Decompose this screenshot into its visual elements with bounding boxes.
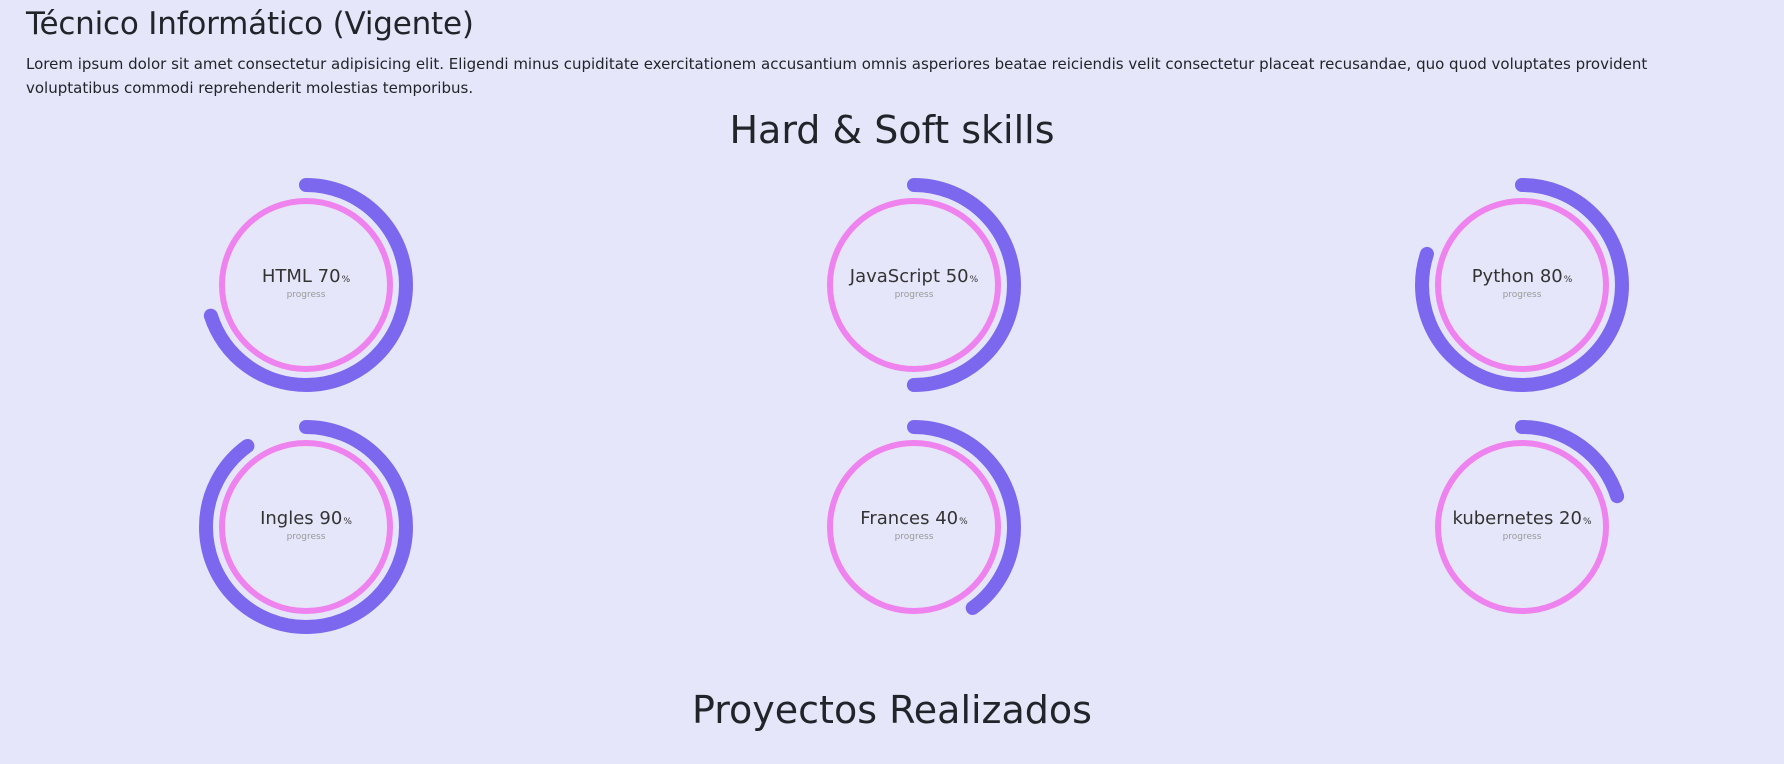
skill-sub-label: progress	[286, 290, 326, 300]
skill-value: 50	[945, 266, 969, 287]
skill-label: JavaScript 50%	[804, 267, 1024, 290]
percent-sign: %	[341, 275, 351, 285]
skill-value: 40	[935, 508, 959, 529]
percent-sign: %	[1582, 517, 1592, 527]
skill-value: 80	[1539, 266, 1563, 287]
projects-section-title: Proyectos Realizados	[692, 688, 1092, 732]
skill-html-progress: HTML 70% progress	[196, 175, 416, 395]
skill-label: Ingles 90%	[196, 509, 416, 532]
skill-sub-label: progress	[1502, 532, 1542, 542]
skill-sub-label: progress	[286, 532, 326, 542]
skill-sub-label: progress	[894, 290, 934, 300]
skill-sub-label: progress	[894, 532, 934, 542]
percent-sign: %	[1563, 275, 1573, 285]
skill-label: kubernetes 20%	[1412, 509, 1632, 532]
skill-name: Ingles	[260, 508, 320, 529]
skill-name: HTML	[261, 266, 318, 287]
skill-name: kubernetes	[1452, 508, 1560, 529]
education-description: Lorem ipsum dolor sit amet consectetur a…	[26, 55, 1648, 97]
skill-javascript-progress: JavaScript 50% progress	[804, 175, 1024, 395]
skill-value: 90	[319, 508, 343, 529]
skill-label: Frances 40%	[804, 509, 1024, 532]
skill-name: JavaScript	[849, 266, 946, 287]
skill-label: HTML 70%	[196, 267, 416, 290]
percent-sign: %	[343, 517, 352, 527]
skill-ingles-progress: Ingles 90% progress	[196, 417, 416, 637]
skill-sub-label: progress	[1502, 290, 1542, 300]
skill-name: Python	[1471, 266, 1540, 287]
skill-kubernetes-progress: kubernetes 20% progress	[1412, 417, 1632, 637]
skill-value: 20	[1559, 508, 1582, 529]
skill-label: Python 80%	[1412, 267, 1632, 290]
skill-name: Frances	[860, 508, 936, 529]
skill-frances-progress: Frances 40% progress	[804, 417, 1024, 637]
skill-python-progress: Python 80% progress	[1412, 175, 1632, 395]
percent-sign: %	[969, 275, 979, 285]
percent-sign: %	[959, 517, 968, 527]
skills-section-title: Hard & Soft skills	[729, 108, 1055, 152]
skill-value: 70	[317, 266, 341, 287]
education-title: Técnico Informático (Vigente)	[26, 6, 474, 42]
